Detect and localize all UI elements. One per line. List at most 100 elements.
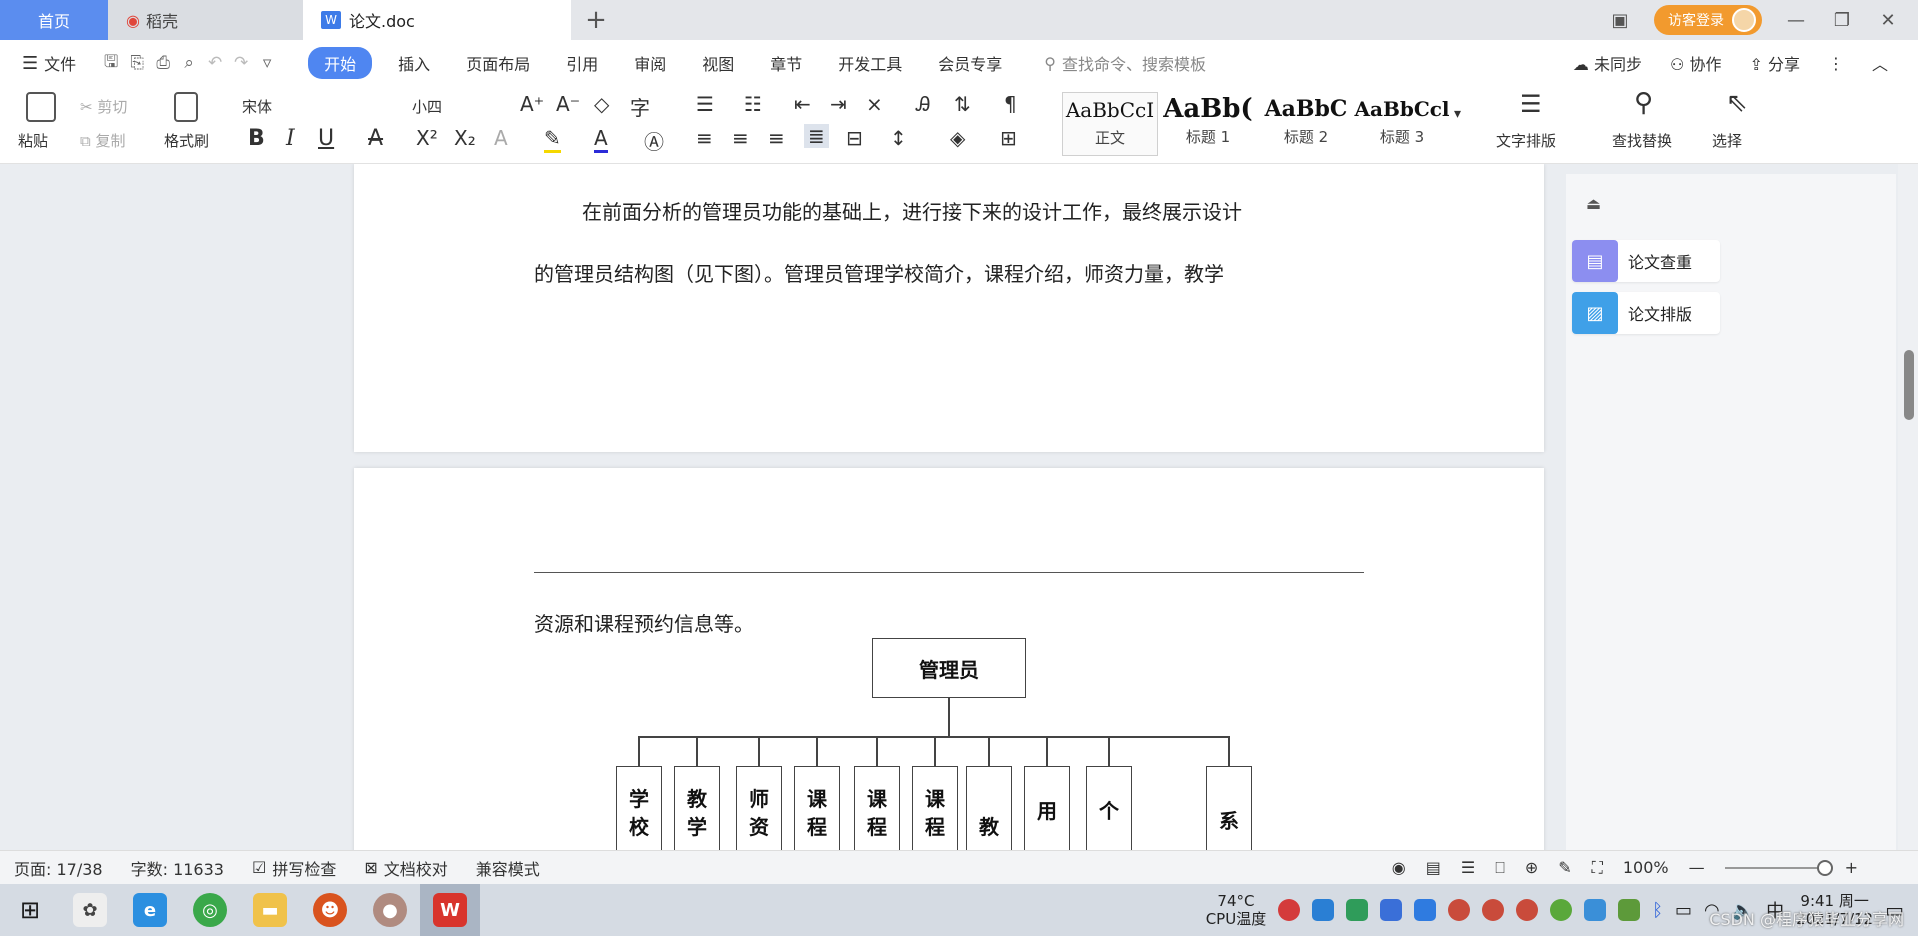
taskbar-app-photo[interactable]: ● bbox=[360, 884, 420, 936]
redo-icon[interactable]: ↷ bbox=[228, 53, 254, 73]
line-spacing-icon[interactable]: ↕ bbox=[890, 126, 907, 150]
start-button[interactable]: ⊞ bbox=[0, 884, 60, 936]
zoom-slider-knob[interactable] bbox=[1816, 859, 1833, 876]
collaborate-button[interactable]: ⚇ 协作 bbox=[1670, 51, 1721, 75]
tab-document[interactable]: W 论文.doc bbox=[303, 0, 571, 40]
eye-protection-icon[interactable]: ◉ bbox=[1392, 858, 1406, 877]
clear-format-icon[interactable]: ◇ bbox=[594, 92, 609, 116]
menu-tab-developer[interactable]: 开发工具 bbox=[820, 51, 920, 75]
italic-icon[interactable]: I bbox=[286, 126, 295, 151]
thesis-layout-button[interactable]: ▨ 论文排版 bbox=[1572, 292, 1720, 334]
reading-view-icon[interactable]: ⎕ bbox=[1495, 858, 1505, 878]
superscript-icon[interactable]: X² bbox=[416, 126, 438, 150]
fit-page-icon[interactable]: ⛶ bbox=[1592, 858, 1603, 878]
align-center-icon[interactable]: ≡ bbox=[732, 126, 749, 150]
taskbar-app-fan[interactable]: ✿ bbox=[60, 884, 120, 936]
chinese-layout-icon[interactable]: ⨯ bbox=[866, 92, 883, 116]
increase-indent-icon[interactable]: ⇥ bbox=[830, 92, 847, 116]
text-effect-icon[interactable]: A bbox=[494, 126, 508, 150]
select-button[interactable]: 选择 bbox=[1712, 130, 1742, 151]
new-tab-button[interactable]: + bbox=[571, 0, 621, 40]
hamburger-icon[interactable]: ☰ bbox=[22, 53, 38, 74]
format-painter-button[interactable]: 格式刷 bbox=[164, 130, 209, 151]
web-view-icon[interactable]: ⊕ bbox=[1525, 858, 1538, 877]
proofread-button[interactable]: ⊠ 文档校对 bbox=[364, 856, 447, 880]
cpu-temp[interactable]: 74°C CPU温度 bbox=[1206, 892, 1267, 928]
login-button[interactable]: 访客登录 bbox=[1654, 5, 1762, 35]
document-page-17[interactable]: 在前面分析的管理员功能的基础上，进行接下来的设计工作，最终展示设计 的管理员结构… bbox=[354, 164, 1544, 452]
collapse-ribbon-icon[interactable]: ︿ bbox=[1872, 51, 1888, 75]
tray-app-icon[interactable] bbox=[1584, 899, 1607, 921]
gpu-icon[interactable] bbox=[1618, 899, 1641, 921]
bold-icon[interactable]: B bbox=[248, 126, 265, 151]
tray-app-icon[interactable] bbox=[1448, 899, 1471, 921]
restore-button[interactable]: ❐ bbox=[1830, 10, 1854, 31]
menu-tab-references[interactable]: 引用 bbox=[548, 51, 616, 75]
zoom-out-icon[interactable]: — bbox=[1689, 858, 1705, 877]
underline-icon[interactable]: U bbox=[318, 126, 334, 151]
page-indicator[interactable]: 页面: 17/38 bbox=[14, 856, 103, 880]
write-view-icon[interactable]: ✎ bbox=[1558, 858, 1571, 877]
collapse-pane-icon[interactable]: ⏏ bbox=[1586, 194, 1601, 213]
zoom-in-icon[interactable]: + bbox=[1845, 858, 1858, 877]
scrollbar-thumb[interactable] bbox=[1904, 350, 1914, 420]
more-icon[interactable]: ⋮ bbox=[1828, 54, 1844, 73]
reading-mode-icon[interactable]: ▣ bbox=[1608, 10, 1632, 31]
menu-tab-home[interactable]: 开始 bbox=[308, 47, 373, 79]
outline-view-icon[interactable]: ☰ bbox=[1461, 858, 1475, 877]
taskbar-app-game[interactable]: ☻ bbox=[300, 884, 360, 936]
taskbar-app-ie[interactable]: e bbox=[120, 884, 180, 936]
borders-icon[interactable]: ⊞ bbox=[1000, 126, 1017, 150]
distribute-icon[interactable]: ⊟ bbox=[846, 126, 863, 150]
font-name-select[interactable]: 宋体 bbox=[242, 96, 402, 117]
style-heading-2[interactable]: AaBbC 标题 2 bbox=[1258, 92, 1354, 156]
customize-chevron-icon[interactable]: ▿ bbox=[254, 53, 280, 73]
zoom-level[interactable]: 100% bbox=[1623, 858, 1669, 877]
menu-tab-review[interactable]: 审阅 bbox=[616, 51, 684, 75]
tray-app-icon[interactable] bbox=[1278, 899, 1301, 921]
close-button[interactable]: ✕ bbox=[1876, 10, 1900, 31]
font-color-icon[interactable]: A bbox=[594, 126, 608, 153]
tray-app-icon[interactable] bbox=[1516, 899, 1539, 921]
find-replace-button[interactable]: 查找替换 bbox=[1612, 130, 1672, 151]
share-button[interactable]: ⇪ 分享 bbox=[1749, 51, 1800, 75]
align-right-icon[interactable]: ≡ bbox=[768, 126, 785, 150]
sort-icon[interactable]: ⇅ bbox=[954, 92, 971, 116]
format-painter-icon[interactable] bbox=[174, 92, 198, 122]
minimize-button[interactable]: — bbox=[1784, 10, 1808, 31]
tab-home[interactable]: 首页 bbox=[0, 0, 108, 40]
style-normal[interactable]: AaBbCcI 正文 bbox=[1062, 92, 1158, 156]
battery-icon[interactable]: ▭ bbox=[1675, 900, 1692, 921]
vertical-scrollbar[interactable] bbox=[1898, 164, 1918, 850]
shrink-font-icon[interactable]: A⁻ bbox=[556, 92, 580, 116]
export-icon[interactable]: ⎘ bbox=[124, 53, 150, 73]
taskbar-app-browser[interactable]: ◎ bbox=[180, 884, 240, 936]
menu-tab-layout[interactable]: 页面布局 bbox=[448, 51, 548, 75]
sync-status[interactable]: ☁ 未同步 bbox=[1573, 51, 1642, 75]
char-border-icon[interactable]: Ⓐ bbox=[644, 126, 664, 155]
tray-app-icon[interactable] bbox=[1550, 899, 1573, 921]
highlight-icon[interactable]: ✎ bbox=[544, 126, 561, 153]
strikethrough-icon[interactable]: A bbox=[368, 126, 383, 151]
tab-daoke[interactable]: ◉ 稻壳 bbox=[108, 0, 303, 40]
text-direction-icon[interactable]: Ꭿ bbox=[916, 92, 930, 116]
shield-icon[interactable] bbox=[1414, 899, 1437, 921]
menu-tab-section[interactable]: 章节 bbox=[752, 51, 820, 75]
command-search[interactable]: ⚲ 查找命令、搜索模板 bbox=[1044, 51, 1206, 75]
subscript-icon[interactable]: X₂ bbox=[454, 126, 476, 150]
file-menu[interactable]: 文件 bbox=[44, 51, 76, 75]
zoom-slider[interactable] bbox=[1724, 859, 1833, 876]
paste-icon[interactable] bbox=[26, 92, 56, 122]
print-icon[interactable]: ⎙ bbox=[150, 53, 176, 73]
select-cursor-icon[interactable]: ⇖ bbox=[1726, 88, 1748, 118]
tray-app-icon[interactable] bbox=[1312, 899, 1335, 921]
show-marks-icon[interactable]: ¶ bbox=[1004, 92, 1017, 116]
numbered-list-icon[interactable]: ☷ bbox=[744, 92, 762, 116]
menu-tab-view[interactable]: 视图 bbox=[684, 51, 752, 75]
save-icon[interactable]: 🖫 bbox=[98, 49, 124, 78]
style-heading-3[interactable]: AaBbCcl 标题 3 bbox=[1354, 92, 1450, 156]
tray-app-icon[interactable] bbox=[1380, 899, 1403, 921]
undo-icon[interactable]: ↶ bbox=[202, 53, 228, 73]
menu-tab-member[interactable]: 会员专享 bbox=[920, 51, 1020, 75]
styles-expand-icon[interactable]: ▾ bbox=[1454, 106, 1461, 122]
